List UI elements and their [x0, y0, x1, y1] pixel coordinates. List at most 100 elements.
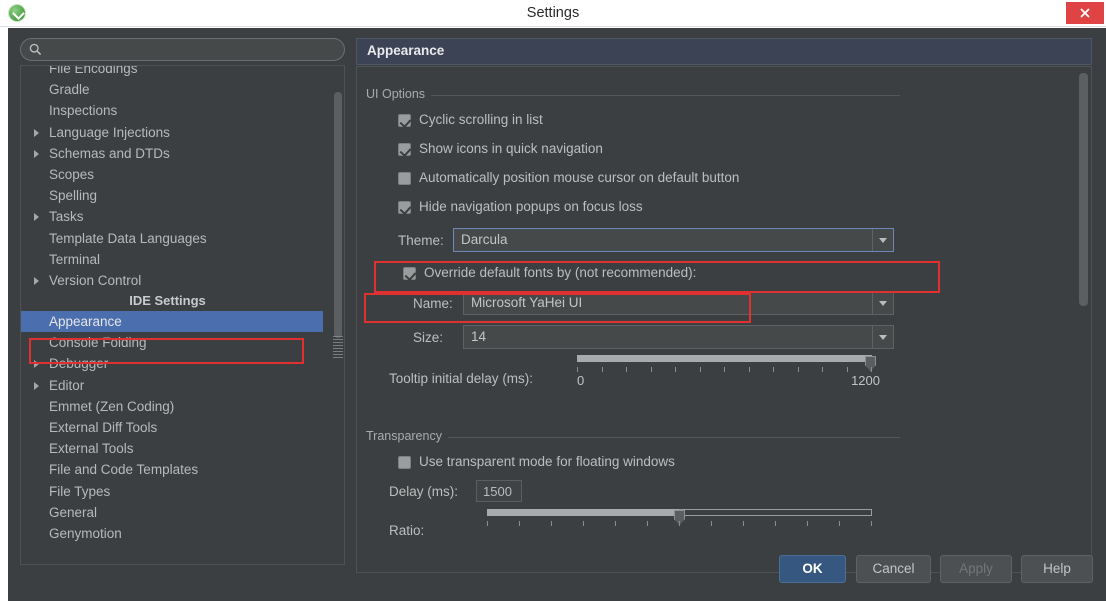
font-size-value: 14	[471, 329, 486, 344]
search-icon	[29, 43, 42, 56]
sidebar-item-label: External Diff Tools	[49, 420, 157, 435]
sidebar-group-header: IDE Settings	[21, 291, 344, 311]
panel-body: UI Options Cyclic scrolling in list Show…	[356, 66, 1092, 573]
sidebar-item-genymotion[interactable]: Genymotion	[21, 523, 344, 544]
checkbox-label: Show icons in quick navigation	[419, 141, 603, 156]
font-size-dropdown[interactable]: 14	[463, 325, 894, 349]
sidebar-item-tasks[interactable]: Tasks	[21, 206, 344, 227]
sidebar-item-label: File and Code Templates	[49, 462, 198, 477]
sidebar-item-label: File Encodings	[49, 65, 138, 76]
checkbox-icon[interactable]	[398, 172, 411, 185]
checkbox-label: Use transparent mode for floating window…	[419, 454, 675, 469]
font-name-label: Name:	[413, 296, 453, 311]
chevron-down-icon[interactable]	[872, 229, 893, 251]
sidebar-item-language-injections[interactable]: Language Injections	[21, 122, 344, 143]
checkbox-icon[interactable]	[398, 456, 411, 469]
sidebar-item-appearance[interactable]: Appearance	[21, 311, 323, 332]
settings-sidebar: File Encodings Gradle Inspections Language …	[20, 38, 352, 574]
sidebar-scrollbar[interactable]	[334, 92, 342, 338]
font-size-label: Size:	[413, 330, 443, 345]
slider-min-label: 0	[577, 373, 584, 388]
transparency-section: Transparency Use transparent mode for fl…	[366, 429, 1054, 573]
apply-button[interactable]: Apply	[940, 555, 1012, 583]
close-icon	[1079, 7, 1091, 19]
section-divider	[366, 95, 900, 96]
window-title: Settings	[0, 0, 1106, 27]
checkbox-label: Hide navigation popups on focus loss	[419, 199, 643, 214]
chevron-down-icon[interactable]	[872, 292, 893, 314]
ok-button[interactable]: OK	[779, 555, 846, 583]
sidebar-item-version-control[interactable]: Version Control	[21, 270, 344, 291]
panel-header: Appearance	[356, 38, 1092, 65]
transparency-delay-value: 1500	[483, 484, 512, 499]
sidebar-item-label: Inspections	[49, 103, 117, 118]
ratio-label: Ratio:	[389, 523, 424, 538]
sidebar-item-gradle[interactable]: Gradle	[21, 79, 344, 100]
transparency-delay-label: Delay (ms):	[389, 484, 458, 499]
theme-value: Darcula	[461, 232, 508, 247]
appearance-settings-panel: Appearance UI Options Cyclic scrolling i…	[356, 38, 1094, 574]
checkbox-label: Override default fonts by (not recommend…	[424, 265, 696, 280]
panel-title: Appearance	[367, 43, 444, 58]
sidebar-item-file-encodings[interactable]: File Encodings	[21, 65, 344, 79]
help-button[interactable]: Help	[1021, 555, 1093, 583]
sidebar-item-scopes[interactable]: Scopes	[21, 164, 344, 185]
checkbox-icon[interactable]	[403, 267, 416, 280]
panel-scrollbar[interactable]	[1079, 73, 1088, 306]
font-name-dropdown[interactable]: Microsoft YaHei UI	[463, 291, 894, 315]
sidebar-item-label: Editor	[49, 378, 84, 393]
settings-tree-list: File Encodings Gradle Inspections Language …	[21, 65, 344, 544]
sidebar-item-external-diff-tools[interactable]: External Diff Tools	[21, 417, 344, 438]
sidebar-item-label: Language Injections	[49, 125, 170, 140]
search-input[interactable]	[47, 39, 337, 60]
sidebar-item-inspections[interactable]: Inspections	[21, 100, 344, 121]
ui-options-section: UI Options Cyclic scrolling in list Show…	[366, 87, 1054, 417]
transparency-delay-field[interactable]: 1500	[476, 480, 522, 502]
checkbox-label: Cyclic scrolling in list	[419, 112, 543, 127]
sidebar-item-label: External Tools	[49, 441, 134, 456]
font-name-value: Microsoft YaHei UI	[471, 295, 582, 310]
slider-max-label: 1200	[851, 373, 880, 388]
tooltip-delay-label: Tooltip initial delay (ms):	[389, 371, 533, 386]
sidebar-item-label: Version Control	[49, 273, 141, 288]
sidebar-item-general[interactable]: General	[21, 502, 344, 523]
sidebar-item-label: Spelling	[49, 188, 97, 203]
settings-dialog: File Encodings Gradle Inspections Language …	[8, 28, 1106, 601]
sidebar-item-label: Console Folding	[49, 335, 147, 350]
checkbox-icon[interactable]	[398, 143, 411, 156]
sidebar-item-label: File Types	[49, 484, 110, 499]
sidebar-item-external-tools[interactable]: External Tools	[21, 438, 344, 459]
sidebar-item-label: Terminal	[49, 252, 100, 267]
sidebar-item-console-folding[interactable]: Console Folding	[21, 332, 344, 353]
slider-fill	[487, 509, 679, 516]
sidebar-resize-grip[interactable]	[333, 336, 343, 358]
sidebar-item-label: Tasks	[49, 209, 84, 224]
search-box[interactable]	[20, 38, 345, 61]
close-button[interactable]	[1066, 2, 1104, 24]
sidebar-item-file-and-code-templates[interactable]: File and Code Templates	[21, 459, 344, 480]
slider-ticks	[577, 367, 872, 373]
transparency-title: Transparency	[366, 429, 448, 443]
sidebar-item-file-types[interactable]: File Types	[21, 481, 344, 502]
sidebar-item-schemas-and-dtds[interactable]: Schemas and DTDs	[21, 143, 344, 164]
sidebar-item-spelling[interactable]: Spelling	[21, 185, 344, 206]
theme-dropdown[interactable]: Darcula	[453, 228, 894, 252]
sidebar-item-label: Template Data Languages	[49, 231, 207, 246]
theme-label: Theme:	[398, 233, 444, 248]
sidebar-item-emmet-zen-coding[interactable]: Emmet (Zen Coding)	[21, 396, 344, 417]
cancel-button[interactable]: Cancel	[856, 555, 931, 583]
checkbox-icon[interactable]	[398, 114, 411, 127]
checkbox-icon[interactable]	[398, 201, 411, 214]
sidebar-item-label: Genymotion	[49, 526, 122, 541]
sidebar-item-label: Scopes	[49, 167, 94, 182]
sidebar-item-terminal[interactable]: Terminal	[21, 249, 344, 270]
dialog-button-bar: OK Cancel Apply Help	[8, 555, 1106, 593]
sidebar-item-debugger[interactable]: Debugger	[21, 353, 344, 374]
sidebar-item-editor[interactable]: Editor	[21, 375, 344, 396]
ui-options-title: UI Options	[366, 87, 431, 101]
sidebar-item-label: Appearance	[49, 314, 122, 329]
settings-tree[interactable]: File Encodings Gradle Inspections Language …	[20, 65, 345, 565]
chevron-down-icon[interactable]	[872, 326, 893, 348]
sidebar-item-template-data-languages[interactable]: Template Data Languages	[21, 228, 344, 249]
sidebar-item-label: Gradle	[49, 82, 90, 97]
